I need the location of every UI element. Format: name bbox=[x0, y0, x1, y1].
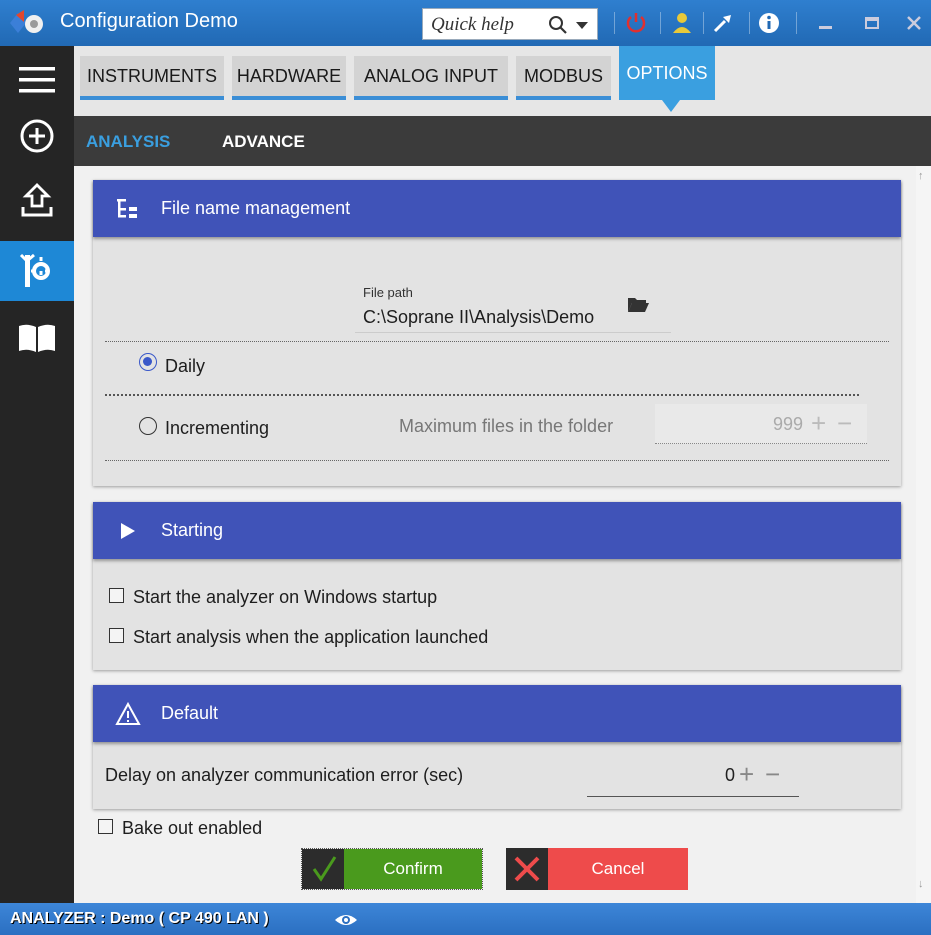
cancel-button[interactable]: Cancel bbox=[506, 848, 688, 890]
toolbar-divider bbox=[703, 12, 704, 34]
subtab-analysis[interactable]: ANALYSIS bbox=[86, 132, 170, 152]
warning-icon bbox=[115, 701, 141, 725]
sidebar-upload[interactable] bbox=[0, 171, 74, 231]
scroll-up-icon[interactable]: ↑ bbox=[918, 170, 924, 182]
check-icon bbox=[312, 856, 337, 882]
vertical-scrollbar[interactable]: ↑ ↓ bbox=[916, 166, 931, 903]
max-files-label: Maximum files in the folder bbox=[399, 416, 614, 436]
confirm-label: Confirm bbox=[344, 849, 482, 889]
windows-startup-checkbox[interactable] bbox=[109, 588, 124, 603]
menu-icon bbox=[19, 67, 55, 93]
left-sidebar bbox=[0, 46, 74, 903]
app-logo-icon bbox=[10, 10, 43, 33]
sub-tab-bar: ANALYSIS ADVANCE bbox=[74, 116, 931, 166]
tab-analog-input[interactable]: ANALOG INPUT bbox=[354, 56, 508, 100]
settings-tools-icon bbox=[19, 253, 52, 287]
card-header: File name management bbox=[93, 180, 901, 237]
file-path-label: File path bbox=[363, 285, 413, 300]
file-path-underline bbox=[355, 332, 671, 333]
add-icon bbox=[20, 119, 54, 153]
windows-startup-label: Start the analyzer on Windows startup bbox=[133, 587, 438, 607]
decrement-button[interactable]: − bbox=[765, 761, 780, 787]
tab-options[interactable]: OPTIONS bbox=[619, 46, 715, 112]
divider bbox=[105, 460, 889, 461]
toolbar-divider bbox=[614, 12, 615, 34]
maximize-icon[interactable] bbox=[860, 11, 884, 35]
close-icon[interactable] bbox=[902, 11, 926, 35]
increment-button[interactable]: + bbox=[739, 761, 754, 787]
file-path-value[interactable]: C:\Soprane II\Analysis\Demo bbox=[363, 307, 594, 328]
scroll-down-icon[interactable]: ↓ bbox=[918, 878, 924, 890]
app-launched-label: Start analysis when the application laun… bbox=[133, 627, 489, 647]
incrementing-radio[interactable] bbox=[139, 417, 157, 435]
cancel-label: Cancel bbox=[548, 848, 688, 890]
card-header: Default bbox=[93, 685, 901, 742]
card-title: File name management bbox=[161, 198, 351, 218]
status-bar: ANALYZER : Demo ( CP 490 LAN ) bbox=[0, 903, 931, 935]
max-files-stepper[interactable]: 999 + − bbox=[655, 404, 867, 444]
default-card: Default Delay on analyzer communication … bbox=[93, 685, 901, 809]
active-tab-pointer bbox=[662, 100, 681, 112]
analyzer-status: ANALYZER : Demo ( CP 490 LAN ) bbox=[10, 910, 269, 927]
folder-open-icon[interactable] bbox=[627, 294, 649, 314]
sidebar-menu[interactable] bbox=[0, 50, 74, 110]
max-files-value[interactable]: 999 bbox=[773, 414, 803, 435]
file-tree-icon bbox=[117, 199, 137, 218]
app-launched-checkbox[interactable] bbox=[109, 628, 124, 643]
title-bar: Configuration Demo Quick help bbox=[0, 0, 931, 46]
tools-icon[interactable] bbox=[711, 11, 735, 35]
daily-label: Daily bbox=[165, 356, 206, 376]
toolbar-divider bbox=[660, 12, 661, 34]
window-title: Configuration Demo bbox=[60, 10, 238, 32]
sidebar-docs[interactable] bbox=[0, 308, 74, 368]
tab-instruments[interactable]: INSTRUMENTS bbox=[80, 56, 224, 100]
info-icon[interactable] bbox=[757, 11, 781, 35]
tab-modbus[interactable]: MODBUS bbox=[516, 56, 611, 100]
decrement-button[interactable]: − bbox=[837, 410, 852, 436]
card-title: Default bbox=[161, 703, 219, 723]
quick-help-placeholder: Quick help bbox=[431, 14, 514, 35]
chevron-down-icon[interactable] bbox=[576, 22, 588, 29]
minimize-icon[interactable] bbox=[814, 11, 838, 35]
quick-help-search[interactable]: Quick help bbox=[422, 8, 598, 40]
subtab-advance[interactable]: ADVANCE bbox=[222, 132, 305, 152]
delay-stepper[interactable]: 0 + − bbox=[587, 757, 799, 797]
starting-card: Starting Start the analyzer on Windows s… bbox=[93, 502, 901, 670]
file-name-management-card: File name management File path C:\Sopran… bbox=[93, 180, 901, 486]
divider bbox=[105, 341, 889, 342]
card-header: Starting bbox=[93, 502, 901, 559]
bake-out-label: Bake out enabled bbox=[122, 818, 263, 838]
tab-options-label: OPTIONS bbox=[626, 62, 708, 83]
content-area: File name management File path C:\Sopran… bbox=[74, 166, 916, 903]
search-icon[interactable] bbox=[548, 15, 568, 35]
sidebar-add[interactable] bbox=[0, 106, 74, 166]
toolbar-divider bbox=[749, 12, 750, 34]
daily-radio[interactable] bbox=[139, 353, 157, 371]
x-icon bbox=[514, 856, 540, 882]
increment-button[interactable]: + bbox=[811, 410, 826, 436]
tab-hardware[interactable]: HARDWARE bbox=[232, 56, 346, 100]
confirm-button[interactable]: Confirm bbox=[301, 848, 483, 890]
card-title: Starting bbox=[161, 520, 224, 540]
delay-label: Delay on analyzer communication error (s… bbox=[105, 765, 464, 785]
main-tab-bar: INSTRUMENTS HARDWARE ANALOG INPUT MODBUS… bbox=[74, 46, 931, 116]
delay-value[interactable]: 0 bbox=[725, 765, 735, 786]
cancel-icon-box bbox=[506, 848, 548, 890]
toolbar-divider bbox=[796, 12, 797, 34]
confirm-icon-box bbox=[302, 849, 344, 889]
power-icon[interactable] bbox=[624, 11, 648, 35]
user-icon[interactable] bbox=[670, 11, 694, 35]
incrementing-label: Incrementing bbox=[165, 418, 270, 438]
bake-out-checkbox[interactable] bbox=[98, 819, 113, 834]
sidebar-settings[interactable] bbox=[0, 241, 74, 301]
book-icon bbox=[19, 324, 55, 352]
divider bbox=[105, 394, 859, 396]
play-icon bbox=[121, 523, 135, 539]
eye-icon[interactable] bbox=[334, 912, 358, 928]
upload-icon bbox=[21, 183, 53, 217]
